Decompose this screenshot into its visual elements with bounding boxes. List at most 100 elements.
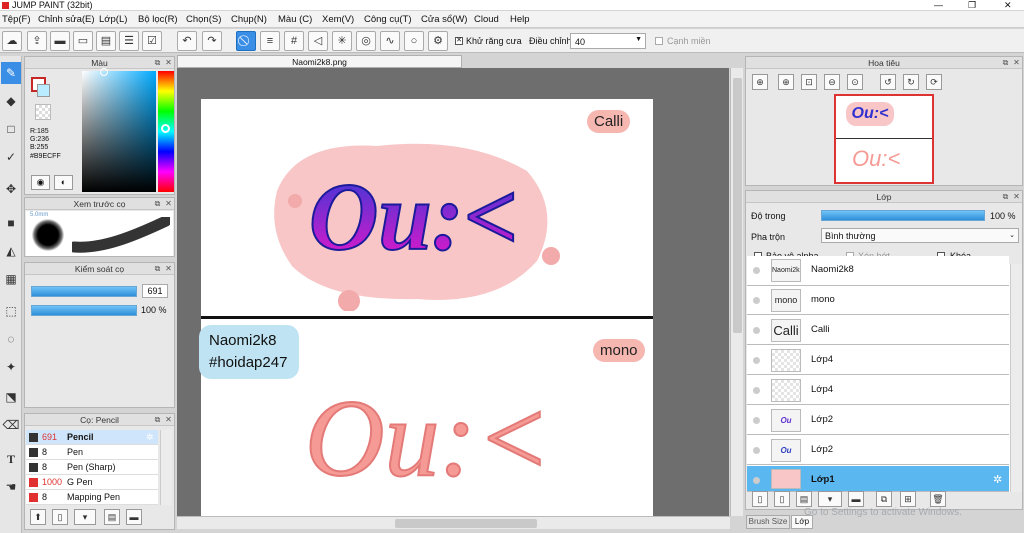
visibility-icon[interactable] xyxy=(753,327,760,334)
doc-icon[interactable]: ▤ xyxy=(96,31,116,51)
brush-list-scrollbar[interactable] xyxy=(160,430,172,505)
new-folder-icon[interactable]: ▬ xyxy=(848,491,864,507)
menu-color[interactable]: Màu (C) xyxy=(278,14,312,25)
navigator-preview[interactable]: Ou:< Ou:< xyxy=(834,94,934,184)
layer-menu-icon[interactable]: ▾ xyxy=(818,491,842,507)
popout-icon[interactable]: ⧉ xyxy=(153,264,162,273)
adjust-dropdown[interactable]: 40 ▼ xyxy=(570,33,646,49)
rectangle-tool-icon[interactable]: □ xyxy=(1,118,21,140)
visibility-icon[interactable] xyxy=(753,387,760,394)
snap-parallel-icon[interactable]: ≡ xyxy=(260,31,280,51)
gear-icon[interactable]: ✲ xyxy=(146,430,154,445)
layer-row[interactable]: Ou Lớp2 xyxy=(747,406,1009,435)
lasso-tool-icon[interactable]: ◌ xyxy=(1,328,21,350)
text-tool-icon[interactable]: T xyxy=(1,448,21,470)
layer-row[interactable]: Lớp4 xyxy=(747,376,1009,405)
visibility-icon[interactable] xyxy=(753,417,760,424)
zoom-in-alt-icon[interactable]: ⊕ xyxy=(778,74,794,90)
snap-grid-icon[interactable]: # xyxy=(284,31,304,51)
menu-file[interactable]: Tệp(F) xyxy=(2,14,31,25)
eraser-tool-icon[interactable]: ◆ xyxy=(1,90,21,112)
panel-close-icon[interactable]: ✕ xyxy=(164,199,173,208)
eyedropper-button[interactable]: ◐ xyxy=(54,175,73,190)
snap-off-icon[interactable]: ⃠ xyxy=(236,31,256,51)
merge-layer-icon[interactable]: ⊞ xyxy=(900,491,916,507)
zoom-reset-icon[interactable]: ⊙ xyxy=(847,74,863,90)
sv-picker[interactable] xyxy=(82,68,156,192)
menu-filter[interactable]: Bộ lọc(R) xyxy=(138,14,178,25)
brush-item[interactable]: 1000 G Pen xyxy=(26,475,158,490)
document-tab[interactable]: Naomi2k8.png xyxy=(177,55,462,68)
snap-perspective-icon[interactable]: ◁ xyxy=(308,31,328,51)
canvas-horizontal-scrollbar[interactable] xyxy=(177,516,730,529)
snap-shape-icon[interactable]: ○ xyxy=(404,31,424,51)
panel-close-icon[interactable]: ✕ xyxy=(164,58,173,67)
maximize-icon[interactable]: ❐ xyxy=(968,0,976,10)
menu-cloud[interactable]: Cloud xyxy=(474,14,499,25)
popout-icon[interactable]: ⧉ xyxy=(153,58,162,67)
menu-view[interactable]: Xem(V) xyxy=(322,14,354,25)
present-icon[interactable]: ▭ xyxy=(73,31,93,51)
menu-capture[interactable]: Chụp(N) xyxy=(231,14,267,25)
minimize-icon[interactable]: — xyxy=(934,0,943,10)
layer-row[interactable]: Calli Calli xyxy=(747,316,1009,345)
new-layer-alt-icon[interactable]: ▯ xyxy=(774,491,790,507)
transparent-color-swatch[interactable] xyxy=(35,104,51,120)
popout-icon[interactable]: ⧉ xyxy=(153,199,162,208)
export-icon[interactable]: ⇪ xyxy=(27,31,47,51)
gear-icon[interactable]: ✲ xyxy=(993,473,1002,486)
brush-copy-icon[interactable]: ▤ xyxy=(104,509,120,525)
pen-tool-icon[interactable]: ✎ xyxy=(1,62,21,84)
hand-tool-icon[interactable]: ☚ xyxy=(1,476,21,498)
select-rect-tool-icon[interactable]: ⬚ xyxy=(1,300,21,322)
popout-icon[interactable]: ⧉ xyxy=(1001,58,1010,67)
new-halftone-layer-icon[interactable]: ▤ xyxy=(796,491,812,507)
canvas-vertical-scrollbar[interactable] xyxy=(730,68,743,516)
layers-scrollbar[interactable] xyxy=(1010,264,1022,492)
brush-item[interactable]: 8 Mapping Pen xyxy=(26,490,158,505)
hscroll-thumb[interactable] xyxy=(395,519,537,528)
canvas-area[interactable]: Calli Ou:< mono Naomi2k8 #hoidap247 Ou:< xyxy=(177,68,729,516)
list-icon[interactable]: ☰ xyxy=(119,31,139,51)
visibility-icon[interactable] xyxy=(753,357,760,364)
blend-mode-dropdown[interactable]: Bình thường ⌄ xyxy=(821,228,1019,243)
snap-circle-icon[interactable]: ◎ xyxy=(356,31,376,51)
secondary-color-swatch[interactable] xyxy=(37,84,50,97)
trash-icon[interactable]: 🗑 xyxy=(930,491,946,507)
checklist-icon[interactable]: ☑ xyxy=(142,31,162,51)
zoom-out-icon[interactable]: ⊖ xyxy=(824,74,840,90)
magic-wand-tool-icon[interactable]: ✦ xyxy=(1,356,21,378)
visibility-icon[interactable] xyxy=(753,477,760,484)
menu-help[interactable]: Help xyxy=(510,14,530,25)
close-icon[interactable]: ✕ xyxy=(1004,0,1012,10)
popout-icon[interactable]: ⧉ xyxy=(153,415,162,424)
visibility-icon[interactable] xyxy=(753,447,760,454)
panel-close-icon[interactable]: ✕ xyxy=(1012,192,1021,201)
panel-close-icon[interactable]: ✕ xyxy=(164,415,173,424)
layer-row[interactable]: mono mono xyxy=(747,286,1009,315)
panel-close-icon[interactable]: ✕ xyxy=(164,264,173,273)
snap-radial-icon[interactable]: ✳ xyxy=(332,31,352,51)
bucket-tool-icon[interactable]: ◭ xyxy=(1,240,21,262)
brush-upload-icon[interactable]: ⬆ xyxy=(30,509,46,525)
select-pen-tool-icon[interactable]: ⬔ xyxy=(1,386,21,408)
menu-tools[interactable]: Công cụ(T) xyxy=(364,14,412,25)
fit-icon[interactable]: ⊡ xyxy=(801,74,817,90)
brush-size-slider[interactable] xyxy=(31,286,137,297)
move-tool-icon[interactable]: ✥ xyxy=(1,178,21,200)
rotate-right-icon[interactable]: ↻ xyxy=(903,74,919,90)
visibility-icon[interactable] xyxy=(753,297,760,304)
copy-layer-icon[interactable]: ⧉ xyxy=(876,491,892,507)
brush-folder-icon[interactable]: ▬ xyxy=(126,509,142,525)
palette-button[interactable]: ◉ xyxy=(31,175,50,190)
layer-row[interactable]: Lớp1 ✲ xyxy=(747,466,1009,492)
panel-close-icon[interactable]: ✕ xyxy=(1012,58,1021,67)
rotate-left-icon[interactable]: ↺ xyxy=(880,74,896,90)
antialias-checkbox[interactable]: ✕ xyxy=(455,37,463,45)
fill-shape-tool-icon[interactable]: ■ xyxy=(1,212,21,234)
menu-edit[interactable]: Chỉnh sửa(E) xyxy=(38,14,95,25)
layer-opacity-slider[interactable] xyxy=(821,210,985,221)
hue-slider[interactable] xyxy=(158,71,174,192)
new-brush-icon[interactable]: ▯ xyxy=(52,509,68,525)
gradient-tool-icon[interactable]: ▦ xyxy=(1,268,21,290)
